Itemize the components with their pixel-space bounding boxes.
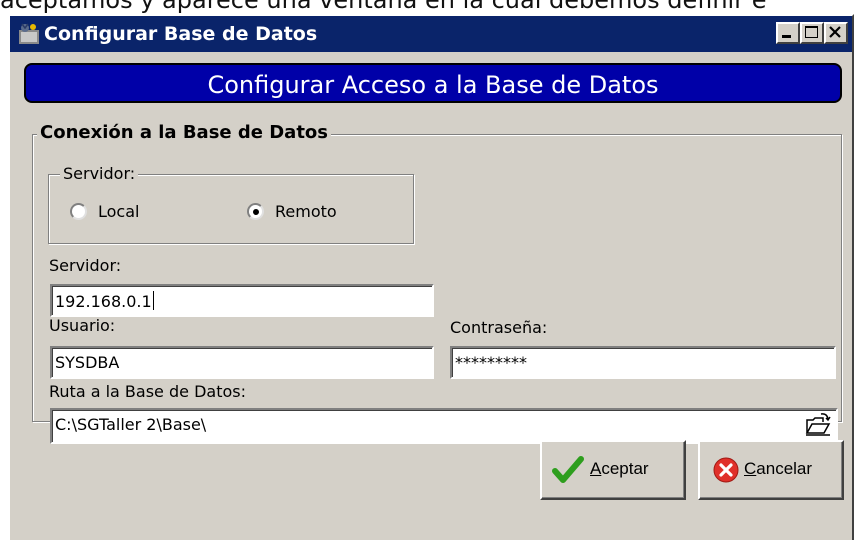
maximize-icon (805, 26, 818, 38)
cancel-button-label: Cancelar (744, 459, 813, 478)
header-banner: Configurar Acceso a la Base de Datos (24, 63, 842, 103)
user-input[interactable]: SYSDBA (50, 346, 434, 379)
accept-button-label: Aceptar (590, 459, 649, 478)
radio-remote-label[interactable]: Remoto (275, 202, 337, 221)
server-input[interactable]: 192.168.0.1 (50, 284, 434, 317)
connection-group-title: Conexión a la Base de Datos (37, 122, 332, 143)
close-icon (829, 26, 841, 38)
radio-remote[interactable] (247, 203, 264, 220)
password-label: Contraseña: (450, 318, 548, 337)
db-path-label: Ruta a la Base de Datos: (49, 382, 246, 401)
close-button[interactable] (824, 22, 848, 44)
banner-title: Configurar Acceso a la Base de Datos (207, 71, 659, 99)
accept-button[interactable]: Aceptar (540, 440, 686, 500)
cancel-x-icon (713, 457, 739, 483)
checkmark-icon (552, 456, 584, 483)
user-label: Usuario: (49, 316, 116, 335)
minimize-icon (782, 35, 791, 38)
radio-local-label[interactable]: Local (98, 202, 139, 221)
configure-database-dialog: Configurar Base de Datos Configurar Acce… (8, 14, 854, 540)
radio-local[interactable] (70, 203, 87, 220)
server-input-value: 192.168.0.1 (55, 292, 152, 311)
db-path-value: C:\SGTaller 2\Base\ (55, 415, 207, 434)
db-path-input[interactable]: C:\SGTaller 2\Base\ (50, 408, 838, 444)
password-input[interactable]: ********* (450, 346, 836, 379)
window-title: Configurar Base de Datos (44, 23, 318, 45)
app-icon (19, 23, 39, 44)
cancel-button[interactable]: Cancelar (698, 440, 844, 500)
maximize-button[interactable] (800, 22, 824, 44)
server-label: Servidor: (49, 256, 122, 275)
open-folder-icon[interactable] (804, 412, 832, 438)
title-bar[interactable]: Configurar Base de Datos (10, 16, 852, 52)
text-caret (152, 291, 154, 310)
minimize-button[interactable] (776, 22, 800, 44)
server-type-group-title: Servidor: (60, 164, 139, 183)
